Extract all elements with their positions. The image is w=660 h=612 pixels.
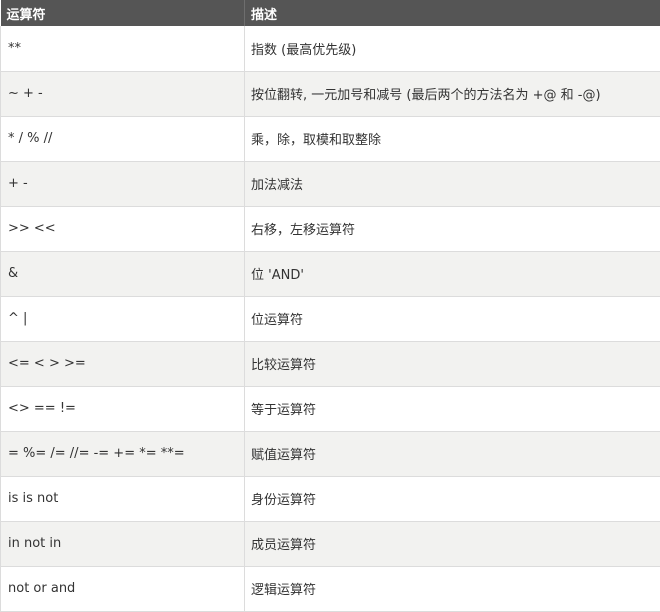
operator-cell: <> == != bbox=[1, 386, 245, 431]
table-row: ** 指数 (最高优先级) bbox=[1, 26, 660, 71]
description-cell: 身份运算符 bbox=[245, 476, 660, 521]
operator-cell: = %= /= //= -= += *= **= bbox=[1, 431, 245, 476]
operator-cell: ** bbox=[1, 26, 245, 71]
description-cell: 逻辑运算符 bbox=[245, 566, 660, 611]
table-row: not or and 逻辑运算符 bbox=[1, 566, 660, 611]
table-row: * / % // 乘，除，取模和取整除 bbox=[1, 116, 660, 161]
description-cell: 右移，左移运算符 bbox=[245, 206, 660, 251]
description-cell: 等于运算符 bbox=[245, 386, 660, 431]
operator-precedence-table: 运算符 描述 ** 指数 (最高优先级) ~ + - 按位翻转, 一元加号和减号… bbox=[0, 0, 660, 612]
table-row: ~ + - 按位翻转, 一元加号和减号 (最后两个的方法名为 +@ 和 -@) bbox=[1, 71, 660, 116]
description-cell: 按位翻转, 一元加号和减号 (最后两个的方法名为 +@ 和 -@) bbox=[245, 71, 660, 116]
table-row: <> == != 等于运算符 bbox=[1, 386, 660, 431]
operator-cell: * / % // bbox=[1, 116, 245, 161]
description-cell: 位 'AND' bbox=[245, 251, 660, 296]
table-row: ^ | 位运算符 bbox=[1, 296, 660, 341]
table-row: <= < > >= 比较运算符 bbox=[1, 341, 660, 386]
table-row: = %= /= //= -= += *= **= 赋值运算符 bbox=[1, 431, 660, 476]
header-description: 描述 bbox=[245, 0, 660, 26]
operator-cell: >> << bbox=[1, 206, 245, 251]
description-cell: 赋值运算符 bbox=[245, 431, 660, 476]
table-header-row: 运算符 描述 bbox=[1, 0, 660, 26]
operator-cell: & bbox=[1, 251, 245, 296]
description-cell: 乘，除，取模和取整除 bbox=[245, 116, 660, 161]
header-operator: 运算符 bbox=[1, 0, 245, 26]
operator-cell: in not in bbox=[1, 521, 245, 566]
operator-cell: <= < > >= bbox=[1, 341, 245, 386]
table-row: in not in 成员运算符 bbox=[1, 521, 660, 566]
operator-cell: ~ + - bbox=[1, 71, 245, 116]
description-cell: 成员运算符 bbox=[245, 521, 660, 566]
operator-cell: ^ | bbox=[1, 296, 245, 341]
description-cell: 比较运算符 bbox=[245, 341, 660, 386]
table-row: is is not 身份运算符 bbox=[1, 476, 660, 521]
table-row: >> << 右移，左移运算符 bbox=[1, 206, 660, 251]
operator-cell: not or and bbox=[1, 566, 245, 611]
description-cell: 位运算符 bbox=[245, 296, 660, 341]
table-row: & 位 'AND' bbox=[1, 251, 660, 296]
operator-cell: + - bbox=[1, 161, 245, 206]
table-row: + - 加法减法 bbox=[1, 161, 660, 206]
operator-cell: is is not bbox=[1, 476, 245, 521]
description-cell: 指数 (最高优先级) bbox=[245, 26, 660, 71]
description-cell: 加法减法 bbox=[245, 161, 660, 206]
